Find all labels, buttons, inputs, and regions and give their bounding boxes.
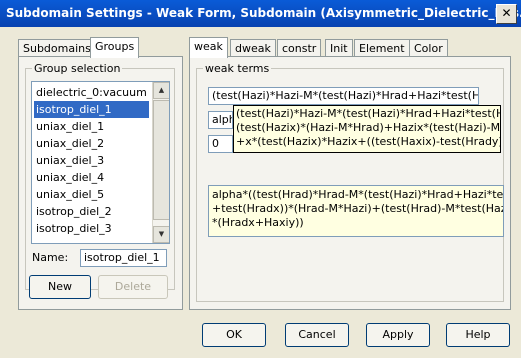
groups-panel: Group selection dielectric_0:vacuum isot… [18,56,183,310]
expression-line: alpha*((test(Hrad)*Hrad-M*(test(Hazi)*Hr… [212,188,504,201]
group-selection-box: Group selection dielectric_0:vacuum isot… [25,62,175,290]
list-item[interactable]: uniax_diel_4 [34,169,104,186]
weak-term-field-3[interactable]: 0 [208,135,233,153]
list-item[interactable]: uniax_diel_5 [34,186,104,203]
list-item[interactable]: uniax_diel_3 [34,152,104,169]
tooltip-line: +x*(test(Hazix)*Hazix+((test(Haxix)-test… [236,135,501,148]
close-button[interactable]: ✕ [496,4,517,24]
tab-init[interactable]: Init [325,39,353,57]
list-item[interactable]: uniax_diel_1 [34,118,104,135]
tab-element[interactable]: Element [354,39,410,57]
tab-label: Subdomains [23,42,91,55]
window-title: Subdomain Settings - Weak Form, Subdomai… [6,6,521,20]
tab-weak[interactable]: weak [189,37,228,58]
ok-button[interactable]: OK [202,323,266,347]
scroll-up-icon[interactable]: ▲ [153,82,169,99]
expression-line: *(Hradx+Haxiy)) [212,216,304,229]
tab-label: constr [282,42,317,55]
tab-constr[interactable]: constr [277,39,322,57]
list-item[interactable]: isotrop_diel_2 [34,203,112,220]
weak-panel: weak terms (test(Hazi)*Hazi-M*(test(Hazi… [189,56,511,310]
list-item[interactable]: uniax_diel_2 [34,135,104,152]
tab-groups[interactable]: Groups [90,37,140,58]
tab-label: Init [330,42,348,55]
expression-line: +test(Hradx))*(Hrad-M*Hazi)+(test(Hrad)-… [212,202,504,215]
tab-label: Element [359,42,405,55]
list-scrollbar[interactable]: ▲ ▼ [152,82,169,243]
expression-tooltip: (test(Hazi)*Hazi-M*(test(Hazi)*Hrad+Hazi… [233,105,501,153]
tab-label: Color [414,42,443,55]
title-bar: Subdomain Settings - Weak Form, Subdomai… [0,0,521,27]
name-input[interactable]: isotrop_diel_1 [80,249,167,267]
expanded-expression-field[interactable]: alpha*((test(Hrad)*Hrad-M*(test(Hazi)*Hr… [208,185,504,237]
weak-term-field-1[interactable]: (test(Hazi)*Hazi-M*(test(Hazi)*Hrad+Hazi… [208,87,479,105]
weak-terms-label: weak terms [203,62,272,75]
group-listbox[interactable]: dielectric_0:vacuum isotrop_diel_1 uniax… [31,81,170,244]
scroll-down-icon[interactable]: ▼ [153,226,169,243]
tab-label: dweak [235,42,271,55]
new-button[interactable]: New [29,275,91,299]
tab-label: Groups [95,40,135,53]
name-label: Name: [32,251,69,264]
tooltip-line: (test(Hazix)*(Hazi-M*Hrad)+Hazix*(test(H… [236,121,501,134]
tab-subdomains[interactable]: Subdomains [18,39,96,57]
tooltip-line: (test(Hazi)*Hazi-M*(test(Hazi)*Hrad+Hazi… [236,107,501,120]
scroll-thumb[interactable] [153,100,169,220]
cancel-button[interactable]: Cancel [285,323,349,347]
tab-color[interactable]: Color [409,39,448,57]
list-item-selected[interactable]: isotrop_diel_1 [34,101,149,118]
apply-button[interactable]: Apply [366,323,430,347]
help-button[interactable]: Help [446,323,510,347]
list-item[interactable]: isotrop_diel_3 [34,220,112,237]
tab-dweak[interactable]: dweak [230,39,276,57]
delete-button[interactable]: Delete [98,275,168,299]
tab-label: weak [194,40,223,53]
weak-term-field-2[interactable]: alpha [208,111,233,129]
group-selection-label: Group selection [32,62,123,75]
close-icon: ✕ [501,6,512,20]
weak-terms-box: weak terms (test(Hazi)*Hazi-M*(test(Hazi… [196,62,504,302]
list-item[interactable]: dielectric_0:vacuum [34,84,147,101]
